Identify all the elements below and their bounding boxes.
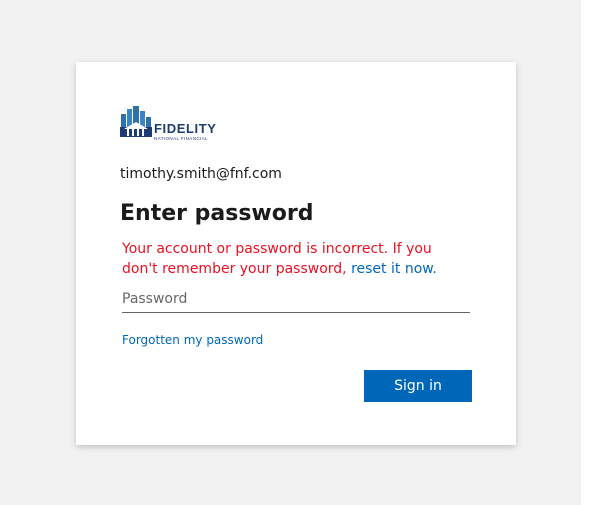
account-email: timothy.smith@fnf.com bbox=[120, 166, 282, 182]
error-message: Your account or password is incorrect. I… bbox=[122, 239, 467, 279]
company-logo: FIDELITY NATIONAL FINANCIAL bbox=[120, 105, 230, 143]
forgotten-password-link[interactable]: Forgotten my password bbox=[122, 333, 263, 347]
logo-wordmark: FIDELITY bbox=[154, 121, 217, 136]
reset-password-link[interactable]: reset it now. bbox=[351, 261, 437, 277]
logo-subtitle: NATIONAL FINANCIAL bbox=[154, 136, 208, 141]
sign-in-button[interactable]: Sign in bbox=[364, 370, 472, 402]
login-card: FIDELITY NATIONAL FINANCIAL timothy.smit… bbox=[76, 62, 516, 445]
page-title: Enter password bbox=[120, 201, 314, 226]
password-input[interactable] bbox=[122, 286, 470, 313]
building-logo-icon bbox=[120, 106, 152, 137]
